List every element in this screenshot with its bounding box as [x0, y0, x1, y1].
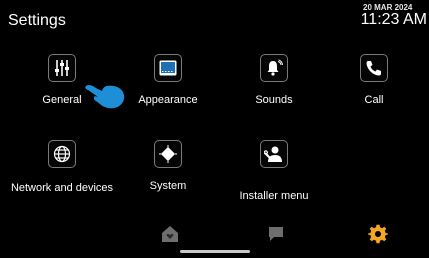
page-title: Settings [8, 12, 66, 29]
pointing-hand-icon [85, 84, 125, 109]
nav-home[interactable] [158, 222, 182, 246]
chip-icon [154, 140, 182, 168]
installer-icon [260, 140, 288, 168]
globe-icon [48, 140, 76, 168]
tile-label-sounds: Sounds [255, 94, 293, 106]
phone-icon [360, 54, 388, 82]
tile-call[interactable]: Call [322, 54, 426, 126]
settings-screen: Settings 20 MAR 2024 11:23 AM General Ap… [0, 0, 429, 258]
bell-icon [260, 54, 288, 82]
tile-label-system: System [149, 180, 187, 192]
sliders-icon [48, 54, 76, 82]
tile-label-call: Call [364, 94, 384, 106]
tile-network-and-devices[interactable]: Network and devices [10, 140, 114, 212]
display-icon [154, 54, 182, 82]
chat-icon [269, 227, 283, 241]
status-time: 11:23 AM [360, 11, 427, 28]
tile-label-installer: Installer menu [239, 190, 309, 202]
nav-settings[interactable] [366, 222, 390, 246]
bottom-navigation [0, 214, 429, 258]
nav-messages[interactable] [264, 222, 288, 246]
home-indicator-bar[interactable] [180, 250, 250, 253]
tile-installer-menu[interactable]: Installer menu [222, 140, 326, 212]
tile-label-network: Network and devices [10, 182, 114, 194]
tile-label-appearance: Appearance [138, 94, 198, 106]
tile-sounds[interactable]: Sounds [222, 54, 326, 126]
gear-icon [368, 224, 388, 244]
home-icon [162, 226, 178, 242]
tile-system[interactable]: System [116, 140, 220, 212]
tile-appearance[interactable]: Appearance [116, 54, 220, 126]
